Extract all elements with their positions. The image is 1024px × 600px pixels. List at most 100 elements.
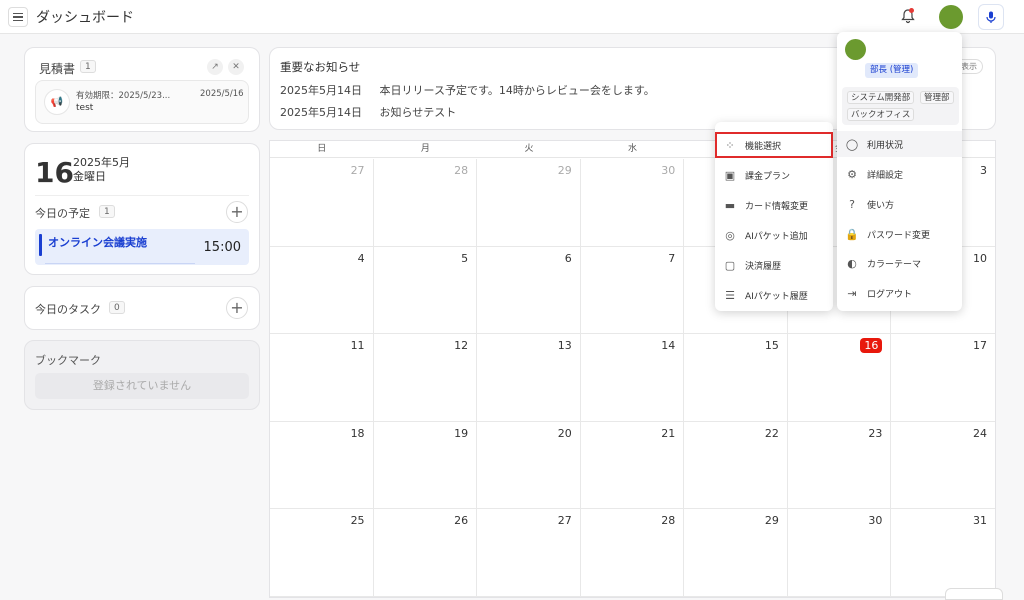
calendar-day-cell[interactable]: 25 (270, 509, 374, 597)
add-schedule-button[interactable]: + (226, 201, 248, 223)
bookmark-empty: 登録されていません (35, 373, 249, 399)
calendar-day-cell[interactable]: 11 (270, 334, 374, 422)
calendar-day-cell[interactable]: 17 (891, 334, 995, 422)
menu-item-label: ログアウト (867, 289, 913, 300)
calendar-day-cell[interactable]: 20 (477, 421, 581, 509)
menu-item-password[interactable]: 🔒 パスワード変更 (837, 221, 962, 247)
feature-menu: ⁘ 機能選択 ▣ 課金プラン ▬ カード情報変更 ◎ AIパケット追加 ▢ 決済… (715, 122, 833, 311)
menu-item-label: 課金プラン (745, 171, 791, 182)
menu-item-ai-packet-add[interactable]: ◎ AIパケット追加 (715, 222, 833, 248)
calendar-day-cell[interactable]: 23 (787, 421, 892, 509)
palette-icon: ◐ (847, 256, 857, 270)
event-underline (45, 263, 195, 264)
logout-icon: ⇥ (847, 286, 857, 300)
avatar[interactable] (939, 5, 963, 29)
notice-row[interactable]: 2025年5月14日 本日リリース予定です。14時からレビュー会をします。 (280, 82, 655, 98)
calendar-day-number: 21 (661, 426, 676, 440)
tasks-title: 今日のタスク (35, 303, 101, 316)
menu-item-ai-packet-history[interactable]: ☰ AIパケット履歴 (715, 282, 833, 308)
calendar-day-number: 6 (564, 251, 572, 265)
department-tag: バックオフィス (847, 108, 915, 121)
notice-date: 2025年5月14日 (280, 84, 362, 97)
calendar-day-number: 5 (461, 251, 469, 265)
notice-title: 重要なお知らせ (280, 60, 361, 74)
calendar-day-cell[interactable]: 28 (580, 509, 685, 597)
calendar-day-cell[interactable]: 13 (477, 334, 581, 422)
calendar-day-cell[interactable]: 27 (270, 159, 374, 247)
calendar-day-number: 27 (350, 164, 365, 177)
calendar-day-cell[interactable]: 27 (477, 509, 581, 597)
menu-item-logout[interactable]: ⇥ ログアウト (837, 280, 962, 306)
calendar-day-number: 24 (972, 426, 987, 440)
bookmark-card: ブックマーク 登録されていません (24, 340, 260, 410)
menu-item-label: 利用状況 (867, 140, 904, 151)
calendar-day-number: 30 (661, 164, 676, 177)
menu-item-label: AIパケット追加 (745, 231, 808, 242)
calendar-day-number: 4 (357, 251, 365, 265)
calendar-day-cell[interactable]: 24 (891, 422, 995, 509)
menu-item-usage[interactable]: ◯ 利用状況 (837, 131, 962, 157)
event-item[interactable]: オンライン会議実施 15:00 (35, 229, 249, 265)
menu-item-label: カラーテーマ (867, 259, 922, 270)
calendar-day-cell[interactable]: 4 (270, 246, 374, 334)
menu-item-label: 決済履歴 (745, 261, 782, 272)
menu-item-payment-history[interactable]: ▢ 決済履歴 (715, 252, 833, 278)
calendar-day-cell[interactable]: 15 (684, 334, 788, 422)
notice-date: 2025年5月14日 (280, 106, 362, 119)
notice-text: お知らせテスト (379, 106, 457, 119)
estimate-count-badge: 1 (80, 60, 96, 73)
card-icon: ▬ (724, 198, 736, 212)
notification-dot (909, 8, 914, 13)
calendar-day-number: 31 (972, 514, 987, 527)
notice-row[interactable]: 2025年5月14日 お知らせテスト (280, 104, 456, 120)
estimate-expiry: 有効期限：2025/5/23... (76, 91, 171, 101)
event-marker (39, 234, 42, 256)
calendar-day-number: 27 (557, 514, 572, 527)
menu-item-help[interactable]: ? 使い方 (837, 191, 962, 217)
department-tag: システム開発部 (847, 91, 915, 104)
menu-item-label: パスワード変更 (867, 230, 931, 241)
corner-button[interactable] (945, 588, 1003, 600)
menu-icon[interactable] (8, 7, 28, 27)
menu-item-billing-plan[interactable]: ▣ 課金プラン (715, 162, 833, 188)
gear-icon: ⚙ (847, 167, 857, 181)
calendar-day-cell[interactable]: 5 (373, 246, 478, 334)
usage-icon: ◯ (845, 137, 859, 151)
bookmark-title: ブックマーク (35, 354, 101, 367)
estimate-item[interactable]: 📢 有効期限：2025/5/23... 2025/5/16 test (35, 80, 249, 124)
event-name: オンライン会議実施 (48, 236, 147, 249)
calendar-day-cell[interactable]: 22 (684, 421, 788, 509)
lock-icon: 🔒 (845, 227, 859, 241)
calendar-day-cell[interactable]: 28 (373, 159, 478, 247)
packet-icon: ◎ (725, 228, 735, 242)
calendar-day-cell[interactable]: 16 (787, 334, 892, 422)
close-icon[interactable]: ✕ (228, 59, 244, 75)
menu-item-card-change[interactable]: ▬ カード情報変更 (715, 192, 833, 218)
calendar-day-cell[interactable]: 14 (580, 334, 685, 422)
megaphone-icon: 📢 (44, 89, 70, 115)
calendar-day-cell[interactable]: 31 (891, 509, 995, 597)
calendar-day-cell[interactable]: 26 (373, 509, 478, 597)
mic-button[interactable] (978, 4, 1004, 30)
menu-item-label: 機能選択 (745, 141, 782, 152)
add-task-button[interactable]: + (226, 297, 248, 319)
menu-item-feature-select[interactable]: ⁘ 機能選択 (715, 132, 833, 158)
calendar-day-cell[interactable]: 21 (580, 421, 685, 509)
calendar-day-cell[interactable]: 29 (477, 159, 581, 247)
calendar-day-cell[interactable]: 30 (787, 509, 892, 597)
calendar-day-number: 16 (860, 338, 883, 353)
calendar-day-cell[interactable]: 30 (580, 159, 685, 247)
notice-text: 本日リリース予定です。14時からレビュー会をします。 (379, 84, 655, 97)
calendar-day-cell[interactable]: 12 (373, 334, 478, 422)
calendar-day-number: 29 (557, 164, 572, 177)
menu-item-color-theme[interactable]: ◐ カラーテーマ (837, 250, 962, 276)
calendar-day-number: 19 (454, 426, 469, 440)
calendar-day-cell[interactable]: 7 (580, 246, 685, 334)
calendar-day-cell[interactable]: 18 (270, 421, 374, 509)
menu-item-settings[interactable]: ⚙ 詳細設定 (837, 161, 962, 187)
calendar-day-cell[interactable]: 29 (684, 509, 788, 597)
menu-item-label: カード情報変更 (745, 201, 809, 212)
external-link-icon[interactable]: ↗ (207, 59, 223, 75)
calendar-day-cell[interactable]: 6 (477, 246, 581, 334)
calendar-day-cell[interactable]: 19 (373, 421, 478, 509)
